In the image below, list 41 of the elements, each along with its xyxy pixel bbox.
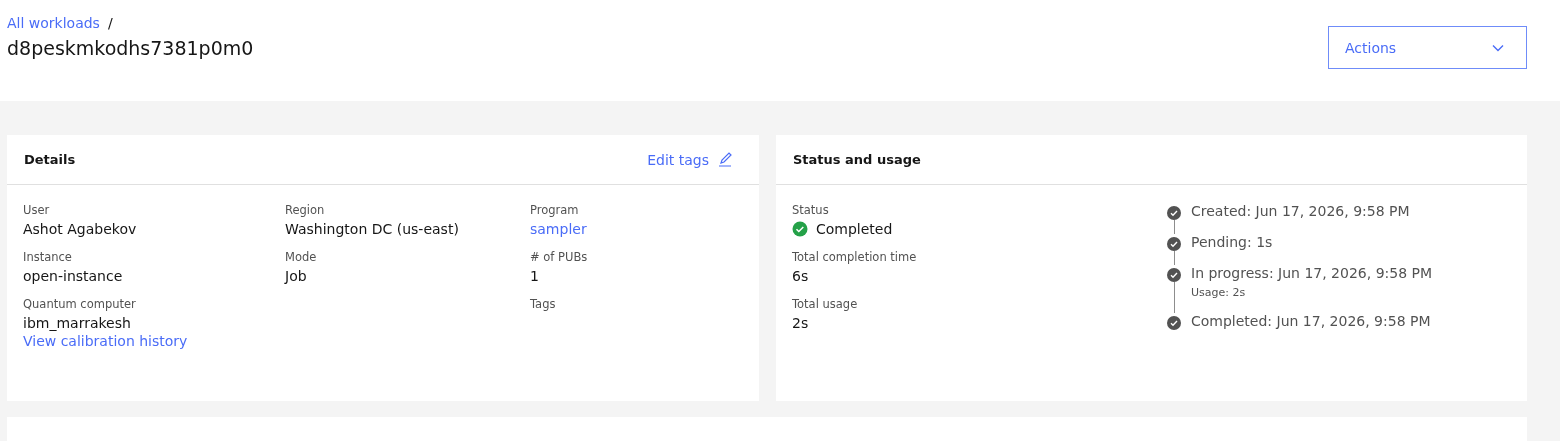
pencil-icon xyxy=(717,151,733,168)
field-value: Washington DC (us-east) xyxy=(285,221,460,237)
field-value: Ashot Agabekov xyxy=(23,221,138,237)
edit-tags-link[interactable]: Edit tags xyxy=(647,151,733,168)
calibration-history-link[interactable]: View calibration history xyxy=(23,333,285,349)
check-circle-icon xyxy=(1167,237,1181,251)
field-value: Job xyxy=(285,268,308,284)
timeline-event: In progress: Jun 17, 2026, 9:58 PM xyxy=(1191,265,1433,281)
field-link[interactable]: sampler xyxy=(530,221,743,237)
timeline-event: Completed: Jun 17, 2026, 9:58 PM xyxy=(1191,313,1431,329)
field-label: Quantum computer xyxy=(23,297,137,311)
timeline-event: Created: Jun 17, 2026, 9:58 PM xyxy=(1191,203,1410,219)
page-title: d8peskmkodhs7381p0m0 xyxy=(7,37,254,59)
timeline-detail: Usage: 2s xyxy=(1191,286,1247,299)
field-value: 2s xyxy=(792,315,810,331)
field-label: Total completion time xyxy=(792,250,918,264)
actions-dropdown[interactable]: Actions xyxy=(1328,26,1527,69)
field-label: Tags xyxy=(530,297,557,311)
chevron-down-icon xyxy=(1492,43,1504,52)
check-circle-icon xyxy=(1167,268,1181,282)
success-check-icon xyxy=(792,221,808,237)
field-label: # of PUBs xyxy=(530,250,589,264)
check-circle-icon xyxy=(1167,316,1181,330)
breadcrumb-link[interactable]: All workloads xyxy=(7,15,100,31)
status-value: Completed xyxy=(816,221,893,237)
field-label: Mode xyxy=(285,250,318,264)
field-label: Program xyxy=(530,203,580,217)
breadcrumb-separator: / xyxy=(107,15,113,31)
field-value: ibm_marrakesh xyxy=(23,315,132,331)
field-label: Total usage xyxy=(792,297,859,311)
field-label: Region xyxy=(285,203,326,217)
field-label: Instance xyxy=(23,250,73,264)
card-title: Details xyxy=(24,152,76,167)
field-value: open-instance xyxy=(23,268,124,284)
field-value: 1 xyxy=(530,268,540,284)
field-value: 6s xyxy=(792,268,810,284)
check-circle-icon xyxy=(1167,206,1181,220)
field-label: User xyxy=(23,203,51,217)
timeline-event: Pending: 1s xyxy=(1191,234,1273,250)
field-label: Status xyxy=(792,203,830,217)
card-title: Status and usage xyxy=(793,152,921,167)
